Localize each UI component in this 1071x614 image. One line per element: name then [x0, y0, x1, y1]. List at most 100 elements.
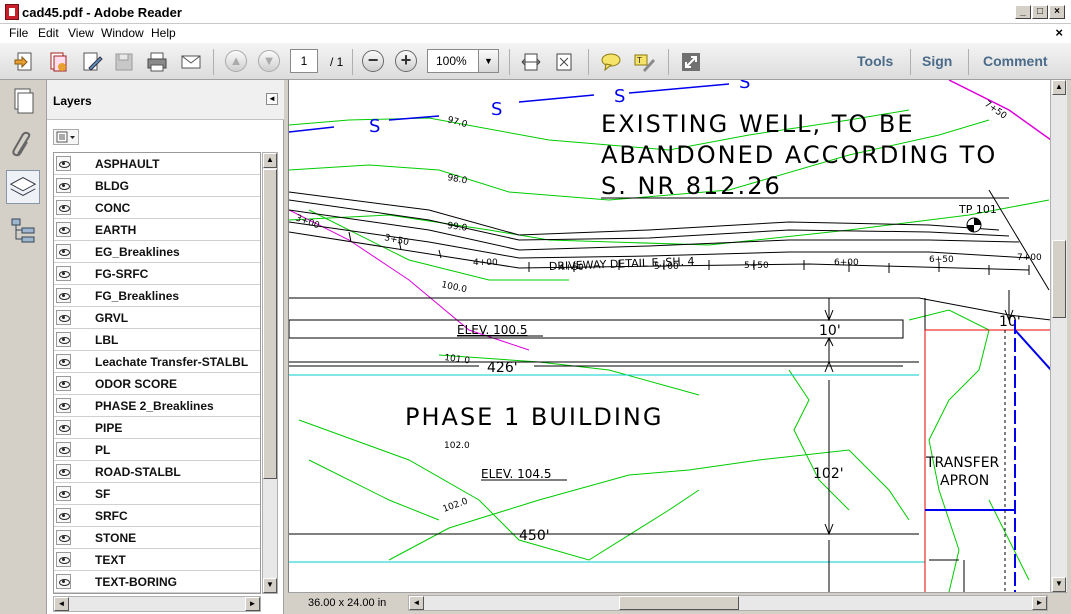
layer-row[interactable]: FG_Breaklines — [54, 285, 260, 307]
eye-icon[interactable] — [56, 354, 71, 369]
document-view[interactable]: S S S S 97.0 98.0 99.0 100.0 101.0 102.0… — [288, 80, 1050, 592]
layer-row[interactable]: Leachate Transfer-STALBL — [54, 351, 260, 373]
well-note: EXISTING WELL, TO BE ABANDONED ACCORDING… — [601, 110, 995, 200]
contour-label: 102.0 — [444, 441, 470, 451]
chevron-down-icon[interactable]: ▼ — [478, 50, 498, 72]
scroll-down-arrow[interactable]: ▼ — [263, 578, 277, 593]
create-pdf-icon[interactable] — [13, 51, 35, 73]
page-number-input[interactable]: 1 — [290, 49, 318, 73]
eye-icon[interactable] — [56, 464, 71, 479]
combine-pdf-icon[interactable] — [47, 51, 69, 73]
scroll-up-arrow[interactable]: ▲ — [1052, 80, 1066, 95]
eye-icon[interactable] — [56, 310, 71, 325]
eye-icon[interactable] — [56, 508, 71, 523]
eye-icon[interactable] — [56, 244, 71, 259]
layer-row[interactable]: ROAD-STALBL — [54, 461, 260, 483]
eye-icon[interactable] — [56, 530, 71, 545]
scroll-right-arrow[interactable]: ► — [1032, 596, 1047, 610]
layer-row[interactable]: BLDG — [54, 175, 260, 197]
eye-icon[interactable] — [56, 574, 71, 589]
layer-row[interactable]: GRVL — [54, 307, 260, 329]
edit-pdf-icon[interactable] — [81, 51, 103, 73]
layer-row[interactable]: PHASE 2_Breaklines — [54, 395, 260, 417]
attachments-icon[interactable] — [6, 128, 40, 162]
menu-file[interactable]: File — [9, 26, 28, 40]
pdf-app-icon — [5, 4, 19, 20]
eye-icon[interactable] — [56, 178, 71, 193]
eye-icon[interactable] — [56, 222, 71, 237]
eye-icon[interactable] — [56, 552, 71, 567]
eye-icon[interactable] — [56, 420, 71, 435]
scroll-thumb[interactable] — [619, 596, 739, 610]
station-label: 7+00 — [1017, 253, 1042, 263]
menu-view[interactable]: View — [68, 26, 94, 40]
layer-name: LBL — [95, 333, 119, 347]
zoom-out-button[interactable]: − — [362, 50, 384, 72]
previous-page-button[interactable]: ▲ — [225, 50, 247, 72]
print-icon[interactable] — [146, 51, 168, 73]
layer-row[interactable]: TEXT — [54, 549, 260, 571]
minimize-button[interactable]: _ — [1015, 5, 1031, 19]
scroll-thumb[interactable] — [263, 169, 277, 479]
eye-icon[interactable] — [56, 288, 71, 303]
layer-row[interactable]: STONE — [54, 527, 260, 549]
eye-icon[interactable] — [56, 156, 71, 171]
zoom-in-button[interactable]: + — [395, 50, 417, 72]
layer-row[interactable]: FG-SRFC — [54, 263, 260, 285]
menu-window[interactable]: Window — [101, 26, 144, 40]
eye-icon[interactable] — [56, 332, 71, 347]
layer-row[interactable]: EG_Breaklines — [54, 241, 260, 263]
layer-name: PHASE 2_Breaklines — [95, 399, 214, 413]
layer-row[interactable]: CONC — [54, 197, 260, 219]
layers-options-button[interactable] — [53, 129, 79, 145]
document-horizontal-scrollbar[interactable]: ◄ ► — [408, 595, 1048, 611]
collapse-panel-button[interactable]: ◄ — [266, 93, 278, 105]
toolbar-separator — [588, 49, 589, 75]
eye-icon[interactable] — [56, 266, 71, 281]
layer-row[interactable]: LBL — [54, 329, 260, 351]
layer-row[interactable]: SRFC — [54, 505, 260, 527]
eye-icon[interactable] — [56, 486, 71, 501]
fit-width-icon[interactable] — [520, 51, 542, 73]
pages-icon[interactable] — [6, 84, 40, 118]
layer-row[interactable]: ODOR SCORE — [54, 373, 260, 395]
highlight-text-icon[interactable]: T — [633, 51, 655, 73]
scroll-left-arrow[interactable]: ◄ — [54, 597, 69, 611]
close-document-button[interactable]: × — [1055, 25, 1063, 40]
scroll-down-arrow[interactable]: ▼ — [1052, 577, 1066, 592]
next-page-button[interactable]: ▼ — [258, 50, 280, 72]
maximize-button[interactable]: □ — [1032, 5, 1048, 19]
expand-icon[interactable] — [680, 51, 702, 73]
comment-link[interactable]: Comment — [983, 53, 1048, 69]
scroll-thumb[interactable] — [1052, 240, 1066, 318]
eye-icon[interactable] — [56, 200, 71, 215]
model-tree-icon[interactable] — [6, 214, 40, 248]
layer-row[interactable]: EARTH — [54, 219, 260, 241]
layer-row[interactable]: TEXT-BORING — [54, 571, 260, 593]
layer-row[interactable]: PL — [54, 439, 260, 461]
menu-help[interactable]: Help — [151, 26, 176, 40]
layer-row[interactable]: ASPHAULT — [54, 153, 260, 175]
close-window-button[interactable]: × — [1049, 5, 1065, 19]
eye-icon[interactable] — [56, 442, 71, 457]
tools-link[interactable]: Tools — [857, 53, 893, 69]
layer-row[interactable]: PIPE — [54, 417, 260, 439]
layers-vertical-scrollbar[interactable]: ▲ ▼ — [262, 152, 278, 594]
fit-page-icon[interactable] — [553, 51, 575, 73]
scroll-up-arrow[interactable]: ▲ — [263, 153, 277, 168]
sticky-note-icon[interactable] — [600, 51, 622, 73]
layers-icon[interactable] — [6, 170, 40, 204]
layer-name: SRFC — [95, 509, 128, 523]
email-icon[interactable] — [180, 51, 202, 73]
zoom-select[interactable]: 100% ▼ — [427, 49, 499, 73]
layer-row[interactable]: SF — [54, 483, 260, 505]
eye-icon[interactable] — [56, 398, 71, 413]
scroll-left-arrow[interactable]: ◄ — [409, 596, 424, 610]
document-vertical-scrollbar[interactable]: ▲ ▼ — [1050, 80, 1067, 592]
menu-edit[interactable]: Edit — [38, 26, 59, 40]
eye-icon[interactable] — [56, 376, 71, 391]
scroll-right-arrow[interactable]: ► — [245, 597, 260, 611]
layers-horizontal-scrollbar[interactable]: ◄ ► — [53, 596, 261, 612]
sign-link[interactable]: Sign — [922, 53, 952, 69]
save-icon[interactable] — [113, 51, 135, 73]
